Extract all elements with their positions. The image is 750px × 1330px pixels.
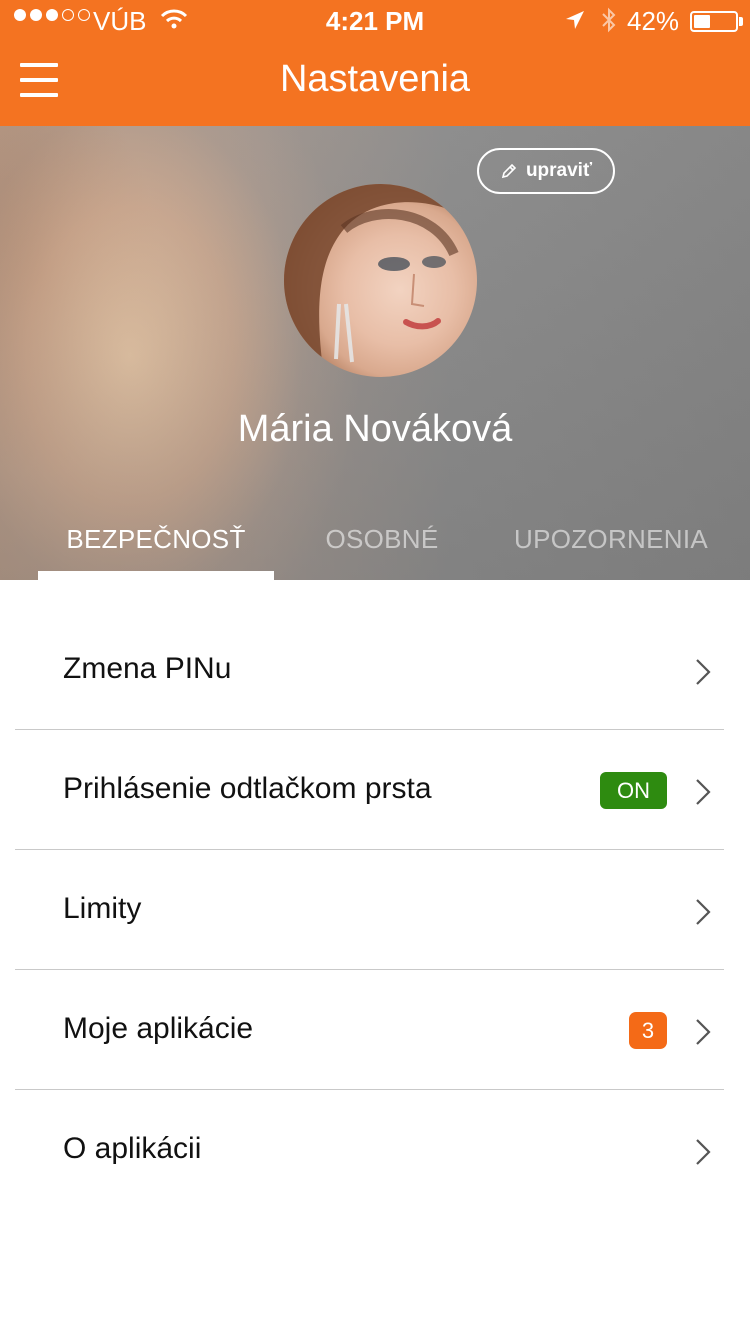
avatar-image: [284, 184, 477, 377]
chevron-right-icon: [696, 1019, 711, 1045]
settings-tabs: BEZPEČNOSŤ OSOBNÉ UPOZORNENIA: [0, 518, 750, 580]
apps-count-badge: 3: [629, 1012, 667, 1049]
edit-profile-button[interactable]: upraviť: [477, 148, 615, 194]
chevron-right-icon: [696, 899, 711, 925]
settings-item-label: Zmena PINu: [63, 652, 232, 685]
settings-item-pin-change[interactable]: Zmena PINu: [15, 610, 724, 730]
top-bar: VÚB 4:21 PM 42% Nastavenia: [0, 0, 750, 126]
chevron-right-icon: [696, 659, 711, 685]
settings-item-label: Moje aplikácie: [63, 1012, 254, 1045]
settings-item-my-apps[interactable]: Moje aplikácie 3: [15, 970, 724, 1090]
profile-name: Mária Nováková: [237, 408, 513, 450]
bluetooth-icon: [602, 7, 616, 33]
settings-item-fingerprint-login[interactable]: Prihlásenie odtlačkom prsta ON: [15, 730, 724, 850]
battery-icon: [690, 11, 738, 32]
tab-notifications[interactable]: UPOZORNENIA: [496, 524, 726, 555]
settings-item-about-app[interactable]: O aplikácii: [15, 1090, 724, 1210]
status-bar: VÚB 4:21 PM 42%: [0, 0, 750, 40]
settings-item-label: Limity: [63, 892, 142, 925]
page-title: Nastavenia: [279, 58, 471, 100]
profile-avatar[interactable]: [284, 184, 477, 377]
pencil-icon: [501, 163, 517, 179]
tab-personal[interactable]: OSOBNÉ: [300, 524, 464, 555]
settings-item-label: O aplikácii: [63, 1132, 202, 1165]
chevron-right-icon: [696, 1139, 711, 1165]
chevron-right-icon: [696, 779, 711, 805]
edit-profile-label: upraviť: [525, 160, 593, 181]
tab-security[interactable]: BEZPEČNOSŤ: [38, 524, 274, 555]
profile-header: upraviť Mária Nováková BEZPEČNOSŤ OSOBNÉ…: [0, 126, 750, 580]
location-arrow-icon: [566, 11, 584, 29]
fingerprint-toggle[interactable]: ON: [600, 772, 667, 809]
active-tab-indicator: [38, 571, 274, 580]
settings-item-limits[interactable]: Limity: [15, 850, 724, 970]
battery-percentage: 42%: [627, 6, 680, 36]
settings-item-label: Prihlásenie odtlačkom prsta: [63, 772, 432, 805]
